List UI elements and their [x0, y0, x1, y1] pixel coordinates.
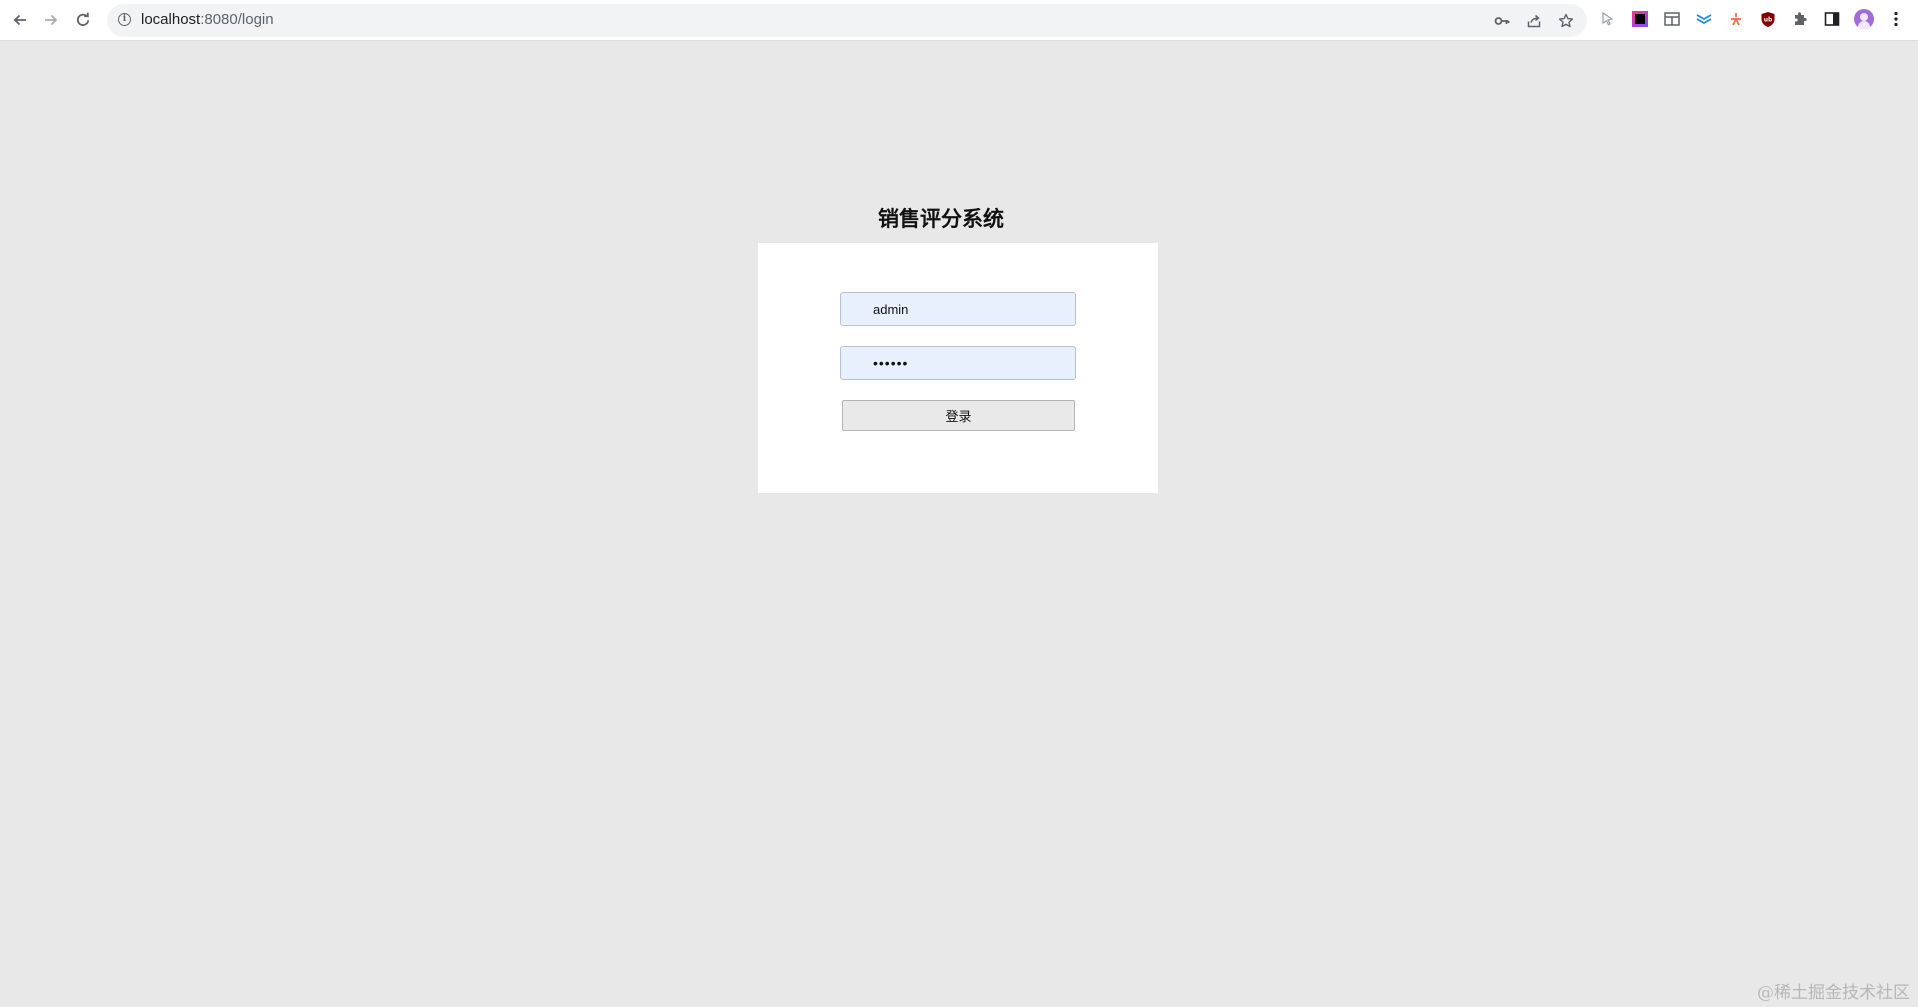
tab-extension-icon[interactable] — [1662, 9, 1682, 29]
reload-icon[interactable] — [71, 8, 95, 32]
share-icon[interactable] — [1523, 10, 1545, 32]
jetbrains-extension-icon[interactable] — [1630, 9, 1650, 29]
profile-avatar-icon[interactable] — [1854, 9, 1874, 29]
layers-extension-icon[interactable] — [1694, 9, 1714, 29]
password-input[interactable] — [840, 346, 1076, 380]
login-card: 登录 — [758, 243, 1158, 493]
side-panel-icon[interactable] — [1822, 9, 1842, 29]
kebab-menu-icon[interactable] — [1886, 9, 1906, 29]
url-host: localhost — [141, 11, 201, 28]
key-icon[interactable] — [1491, 10, 1513, 32]
page-title: 销售评分系统 — [878, 207, 1004, 231]
back-arrow-icon[interactable] — [8, 8, 32, 32]
address-bar[interactable]: i localhost:8080/login — [107, 4, 1587, 37]
username-input[interactable] — [840, 292, 1076, 326]
bookmark-star-icon[interactable] — [1555, 10, 1577, 32]
svg-text:ub: ub — [1764, 16, 1773, 23]
url-path: :8080/login — [200, 11, 274, 28]
watermark: @稀土掘金技术社区 — [1757, 983, 1910, 1003]
browser-toolbar: i localhost:8080/login ub — [0, 0, 1918, 41]
puzzle-extensions-icon[interactable] — [1790, 9, 1810, 29]
forward-arrow-icon[interactable] — [39, 8, 63, 32]
ublock-shield-icon[interactable]: ub — [1758, 9, 1778, 29]
url-text: localhost:8080/login — [141, 11, 274, 28]
login-button[interactable]: 登录 — [842, 400, 1075, 431]
cursor-extension-icon[interactable] — [1598, 9, 1618, 29]
translate-extension-icon[interactable] — [1726, 9, 1746, 29]
info-icon[interactable]: i — [118, 13, 131, 26]
